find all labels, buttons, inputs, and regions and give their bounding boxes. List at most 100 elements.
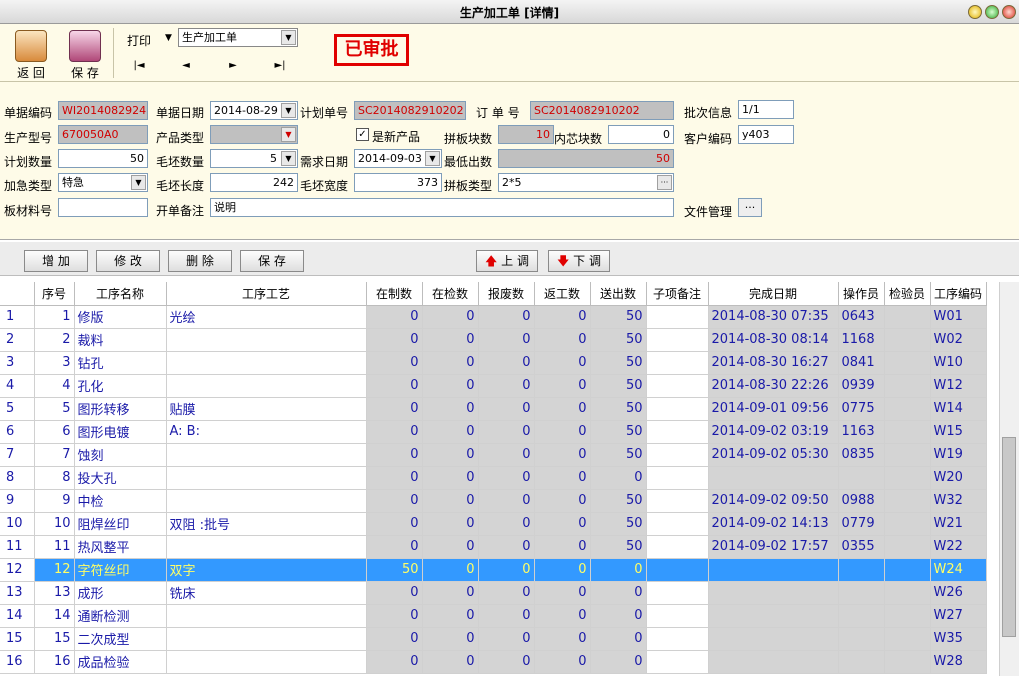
cell-name[interactable]: 裁料 bbox=[74, 328, 167, 352]
edit-button[interactable]: 修 改 bbox=[96, 250, 160, 272]
print-target-select[interactable]: 生产加工单 ▼ bbox=[178, 28, 298, 47]
cell-code[interactable]: W24 bbox=[930, 558, 987, 582]
blank-wid-field[interactable]: 373 bbox=[354, 173, 442, 192]
table-row[interactable]: 16 16 成品检验 0 0 0 0 0 W28 bbox=[0, 650, 987, 674]
cell-seq[interactable]: 10 bbox=[34, 512, 75, 536]
cell-seq[interactable]: 4 bbox=[34, 374, 75, 398]
cell-craft[interactable]: 光绘 bbox=[166, 305, 367, 329]
cell-qc[interactable] bbox=[884, 305, 931, 329]
row-number-cell[interactable]: 10 bbox=[0, 512, 35, 536]
cell-name[interactable]: 字符丝印 bbox=[74, 558, 167, 582]
cell-scrap[interactable]: 0 bbox=[478, 443, 535, 467]
cell-op[interactable]: 1163 bbox=[838, 420, 885, 444]
cell-sent[interactable]: 50 bbox=[590, 443, 647, 467]
cell-scrap[interactable]: 0 bbox=[478, 466, 535, 490]
col-header[interactable]: 送出数 bbox=[590, 282, 647, 306]
cell-rework[interactable]: 0 bbox=[534, 374, 591, 398]
cell-wip[interactable]: 0 bbox=[366, 305, 423, 329]
nav-prev-button[interactable]: ◄ bbox=[175, 60, 197, 71]
cell-code[interactable]: W21 bbox=[930, 512, 987, 536]
cell-op[interactable]: 0775 bbox=[838, 397, 885, 421]
table-row[interactable]: 11 11 热风整平 0 0 0 0 50 2014-09-02 17:57 0355 W22 bbox=[0, 535, 987, 559]
row-number-cell[interactable]: 3 bbox=[0, 351, 35, 375]
print-label[interactable]: 打印 bbox=[127, 32, 151, 49]
cell-scrap[interactable]: 0 bbox=[478, 558, 535, 582]
save-button[interactable]: 保 存 bbox=[60, 26, 110, 80]
cell-note[interactable] bbox=[646, 535, 709, 559]
cell-wip[interactable]: 0 bbox=[366, 604, 423, 628]
doc-no-field[interactable]: WI20140829245 bbox=[58, 101, 148, 120]
cell-craft[interactable] bbox=[166, 466, 367, 490]
cell-op[interactable]: 0841 bbox=[838, 351, 885, 375]
cell-op[interactable]: 0643 bbox=[838, 305, 885, 329]
table-row[interactable]: 1 1 修版 光绘 0 0 0 0 50 2014-08-30 07:35 0643 W01 bbox=[0, 305, 987, 329]
cell-op[interactable]: 0939 bbox=[838, 374, 885, 398]
row-number-cell[interactable]: 6 bbox=[0, 420, 35, 444]
cell-craft[interactable]: A: B: bbox=[166, 420, 367, 444]
cell-rework[interactable]: 0 bbox=[534, 466, 591, 490]
cell-note[interactable] bbox=[646, 489, 709, 513]
col-header[interactable]: 返工数 bbox=[534, 282, 591, 306]
table-row[interactable]: 14 14 通断检测 0 0 0 0 0 W27 bbox=[0, 604, 987, 628]
cell-wip[interactable]: 0 bbox=[366, 397, 423, 421]
cell-scrap[interactable]: 0 bbox=[478, 489, 535, 513]
cell-qc[interactable] bbox=[884, 443, 931, 467]
cell-sent[interactable]: 50 bbox=[590, 328, 647, 352]
cell-rework[interactable]: 0 bbox=[534, 627, 591, 651]
cell-inspect[interactable]: 0 bbox=[422, 581, 479, 605]
urgent-select[interactable]: 特急 ▼ bbox=[58, 173, 148, 192]
cell-op[interactable]: 0355 bbox=[838, 535, 885, 559]
cell-inspect[interactable]: 0 bbox=[422, 558, 479, 582]
cell-rework[interactable]: 0 bbox=[534, 535, 591, 559]
cell-note[interactable] bbox=[646, 581, 709, 605]
cell-sent[interactable]: 0 bbox=[590, 466, 647, 490]
cell-qc[interactable] bbox=[884, 581, 931, 605]
add-button[interactable]: 增 加 bbox=[24, 250, 88, 272]
cell-code[interactable]: W15 bbox=[930, 420, 987, 444]
cell-sent[interactable]: 0 bbox=[590, 627, 647, 651]
cell-scrap[interactable]: 0 bbox=[478, 535, 535, 559]
cell-qc[interactable] bbox=[884, 650, 931, 674]
min-out-field[interactable]: 50 bbox=[498, 149, 674, 168]
table-row[interactable]: 15 15 二次成型 0 0 0 0 0 W35 bbox=[0, 627, 987, 651]
nav-last-button[interactable]: ►| bbox=[269, 60, 291, 71]
cell-code[interactable]: W28 bbox=[930, 650, 987, 674]
cell-scrap[interactable]: 0 bbox=[478, 604, 535, 628]
cell-qc[interactable] bbox=[884, 328, 931, 352]
cell-scrap[interactable]: 0 bbox=[478, 581, 535, 605]
cell-name[interactable]: 通断检测 bbox=[74, 604, 167, 628]
col-header[interactable]: 操作员 bbox=[838, 282, 885, 306]
cell-date[interactable]: 2014-08-30 08:14 bbox=[708, 328, 839, 352]
cell-note[interactable] bbox=[646, 627, 709, 651]
panel-type-field[interactable]: 2*5 ··· bbox=[498, 173, 674, 192]
cell-rework[interactable]: 0 bbox=[534, 489, 591, 513]
cell-op[interactable] bbox=[838, 627, 885, 651]
cell-name[interactable]: 修版 bbox=[74, 305, 167, 329]
cell-wip[interactable]: 0 bbox=[366, 627, 423, 651]
remark-field[interactable]: 说明 bbox=[210, 198, 674, 217]
cell-craft[interactable] bbox=[166, 374, 367, 398]
cell-qc[interactable] bbox=[884, 535, 931, 559]
cell-code[interactable]: W12 bbox=[930, 374, 987, 398]
cell-inspect[interactable]: 0 bbox=[422, 374, 479, 398]
cell-code[interactable]: W32 bbox=[930, 489, 987, 513]
cell-scrap[interactable]: 0 bbox=[478, 351, 535, 375]
cell-note[interactable] bbox=[646, 466, 709, 490]
cell-name[interactable]: 二次成型 bbox=[74, 627, 167, 651]
cell-wip[interactable]: 0 bbox=[366, 581, 423, 605]
scroll-thumb[interactable] bbox=[1002, 437, 1016, 637]
cell-note[interactable] bbox=[646, 512, 709, 536]
cell-qc[interactable] bbox=[884, 374, 931, 398]
table-row[interactable]: 2 2 裁料 0 0 0 0 50 2014-08-30 08:14 1168 W02 bbox=[0, 328, 987, 352]
col-header[interactable]: 工序工艺 bbox=[166, 282, 367, 306]
cell-craft[interactable]: 双阻 :批号 bbox=[166, 512, 367, 536]
cell-inspect[interactable]: 0 bbox=[422, 328, 479, 352]
table-row[interactable]: 4 4 孔化 0 0 0 0 50 2014-08-30 22:26 0939 W12 bbox=[0, 374, 987, 398]
cell-date[interactable]: 2014-09-01 09:56 bbox=[708, 397, 839, 421]
cell-qc[interactable] bbox=[884, 351, 931, 375]
col-header[interactable]: 完成日期 bbox=[708, 282, 839, 306]
delete-button[interactable]: 删 除 bbox=[168, 250, 232, 272]
cell-note[interactable] bbox=[646, 351, 709, 375]
row-number-cell[interactable]: 9 bbox=[0, 489, 35, 513]
cell-sent[interactable]: 50 bbox=[590, 374, 647, 398]
